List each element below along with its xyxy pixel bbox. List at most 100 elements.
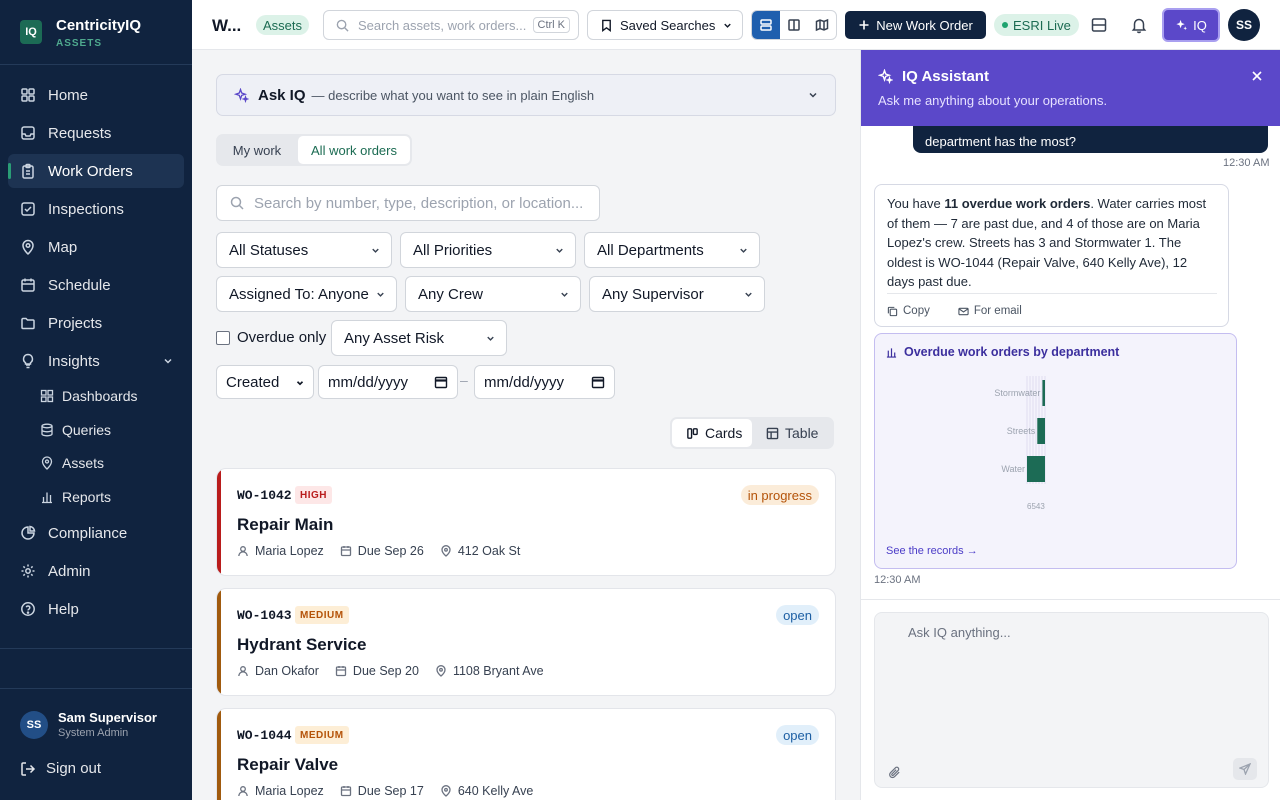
priority-filter-value: All Priorities (413, 241, 493, 259)
chevron-down-icon (809, 92, 817, 98)
due-date: Due Sep 20 (352, 664, 419, 678)
supervisor-filter[interactable]: Any Supervisor (589, 276, 765, 312)
calendar-icon[interactable] (591, 375, 605, 389)
sidebar-item-admin[interactable]: Admin (8, 554, 184, 588)
date-field-select[interactable]: Created (216, 365, 314, 399)
assignee: Dan Okafor (255, 664, 319, 678)
for-email-button[interactable]: For email (958, 305, 1036, 317)
table-view-button[interactable]: Table (754, 419, 832, 447)
work-order-meta: Dan Okafor Due Sep 20 1108 Bryant Ave (237, 664, 560, 678)
priority-stripe (217, 709, 221, 800)
table-icon (766, 427, 779, 439)
sidebar-item-requests[interactable]: Requests (8, 116, 184, 150)
saved-searches-dropdown[interactable]: Saved Searches (587, 10, 743, 40)
global-search-input[interactable]: Search assets, work orders... Ctrl K (323, 10, 579, 40)
sidebar-item-map[interactable]: Map (8, 230, 184, 264)
assistant-input[interactable]: Ask IQ anything... (874, 612, 1269, 788)
chevron-down-icon (745, 292, 752, 297)
user-avatar[interactable]: SS (1228, 9, 1260, 41)
sidebar-item-projects[interactable]: Projects (8, 306, 184, 340)
work-order-title: Hydrant Service (237, 635, 367, 654)
close-icon[interactable] (1251, 70, 1263, 82)
status-badge: open (776, 725, 819, 745)
logout-icon (21, 761, 36, 776)
list-layout-button[interactable] (752, 11, 780, 39)
chevron-down-icon (487, 336, 494, 341)
sidebar-item-inspections[interactable]: Inspections (8, 192, 184, 226)
user-icon (238, 666, 248, 677)
sidebar-subitem-queries[interactable]: Queries (40, 416, 111, 444)
overdue-only-checkbox[interactable] (216, 331, 230, 345)
location: 640 Kelly Ave (457, 784, 534, 798)
work-order-title: Repair Main (237, 515, 334, 534)
table-view-label: Table (785, 425, 819, 441)
bell-icon[interactable] (1130, 16, 1148, 34)
status-filter[interactable]: All Statuses (216, 232, 392, 268)
sidebar-item-home[interactable]: Home (8, 78, 184, 112)
sign-out-button[interactable]: Sign out (20, 760, 101, 777)
map-icon (815, 18, 829, 32)
divider (0, 648, 192, 649)
paperclip-icon[interactable] (888, 766, 901, 779)
sidebar-subitem-label: Dashboards (62, 388, 138, 404)
asset-risk-filter[interactable]: Any Asset Risk (331, 320, 507, 356)
ask-iq-bar[interactable]: Ask IQ — describe what you want to see i… (216, 74, 836, 116)
clipboard-icon (22, 163, 34, 179)
map-layout-button[interactable] (808, 11, 836, 39)
date-from-input[interactable]: mm/dd/yyyy (318, 365, 458, 399)
divider (0, 64, 192, 65)
work-order-meta: Maria Lopez Due Sep 17 640 Kelly Ave (237, 784, 549, 798)
chart-card: Overdue work orders by department Stormw… (874, 333, 1237, 569)
calendar-icon[interactable] (434, 375, 448, 389)
tab-all-work-orders[interactable]: All work orders (298, 136, 410, 164)
sidebar-item-label: Schedule (48, 276, 111, 294)
see-records-link[interactable]: See the records → (886, 545, 978, 557)
sidebar-item-label: Work Orders (48, 162, 133, 180)
panel-toggle-icon[interactable] (1090, 16, 1108, 34)
sidebar-item-work-orders[interactable]: Work Orders (8, 154, 184, 188)
saved-searches-label: Saved Searches (620, 17, 716, 33)
priority-stripe (217, 469, 221, 575)
new-work-order-button[interactable]: New Work Order (845, 11, 986, 39)
sidebar-item-schedule[interactable]: Schedule (8, 268, 184, 302)
asset-risk-filter-value: Any Asset Risk (344, 329, 445, 347)
message-time: 12:30 AM (1223, 157, 1270, 169)
sidebar-subitem-assets[interactable]: Assets (40, 449, 104, 477)
search-icon (336, 19, 349, 32)
work-order-number: WO-1043 (237, 608, 292, 623)
date-to-input[interactable]: mm/dd/yyyy (474, 365, 615, 399)
crew-filter[interactable]: Any Crew (405, 276, 581, 312)
work-order-card[interactable]: WO-1042 HIGH in progress Repair Main Mar… (216, 468, 836, 576)
user-avatar[interactable]: SS (20, 711, 48, 739)
work-order-search-input[interactable]: Search by number, type, description, or … (216, 185, 600, 221)
chart-category-label: Water (1001, 464, 1025, 474)
chevron-down-icon (556, 248, 563, 253)
sidebar-item-help[interactable]: Help (8, 592, 184, 626)
status-badge: open (776, 605, 819, 625)
sidebar-subitem-reports[interactable]: Reports (40, 483, 111, 511)
send-button[interactable] (1233, 758, 1257, 780)
assigned-filter[interactable]: Assigned To: Anyone (216, 276, 397, 312)
tab-my-work[interactable]: My work (218, 136, 296, 164)
search-icon (230, 196, 244, 210)
department-filter[interactable]: All Departments (584, 232, 760, 268)
split-layout-button[interactable] (780, 11, 808, 39)
gear-icon (21, 564, 35, 578)
due-date: Due Sep 17 (357, 784, 424, 798)
priority-filter[interactable]: All Priorities (400, 232, 576, 268)
sidebar-subitem-dashboards[interactable]: Dashboards (40, 382, 138, 410)
work-order-card[interactable]: WO-1043 MEDIUM open Hydrant Service Dan … (216, 588, 836, 696)
sidebar-item-insights[interactable]: Insights (8, 344, 184, 378)
active-indicator (8, 163, 11, 179)
app-logo[interactable]: IQ (20, 20, 42, 44)
iq-assistant-button[interactable]: IQ (1162, 8, 1220, 42)
work-order-card[interactable]: WO-1044 MEDIUM open Repair Valve Maria L… (216, 708, 836, 800)
sidebar-item-compliance[interactable]: Compliance (8, 516, 184, 550)
copy-button[interactable]: Copy (887, 305, 944, 317)
view-mode-toggle: Cards Table (670, 417, 834, 449)
esri-status-badge[interactable]: ESRI Live (994, 14, 1079, 36)
cards-view-button[interactable]: Cards (672, 419, 752, 447)
iq-button-label: IQ (1193, 17, 1207, 33)
lightbulb-icon (22, 353, 34, 369)
date-field-value: Created (226, 373, 280, 391)
